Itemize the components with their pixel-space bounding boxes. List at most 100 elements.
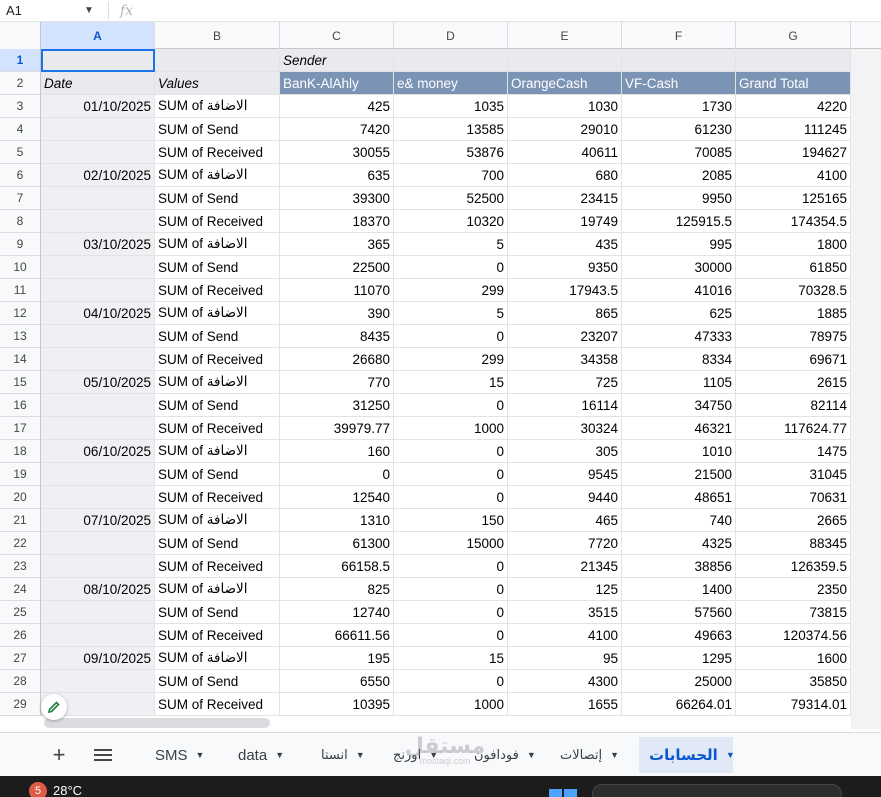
cell-value-type[interactable]: SUM of Received (155, 555, 280, 578)
cell-vf-cash[interactable]: 25000 (622, 670, 736, 693)
header-e-money[interactable]: e& money (394, 72, 508, 95)
cell-orange-cash[interactable]: 9440 (508, 486, 622, 509)
cell-date[interactable] (41, 624, 155, 647)
cell-e-money[interactable]: 53876 (394, 141, 508, 164)
row-number[interactable]: 14 (0, 348, 41, 371)
row-number[interactable]: 17 (0, 417, 41, 440)
cell-orange-cash[interactable]: 1655 (508, 693, 622, 716)
cell-value-type[interactable]: SUM of Send (155, 670, 280, 693)
tab-etisalat[interactable]: إتصالات ▼ (550, 737, 629, 773)
cell-bank-alahly[interactable]: 22500 (280, 256, 394, 279)
cell-orange-cash[interactable]: 4100 (508, 624, 622, 647)
tab-insta[interactable]: انستا ▼ (311, 737, 375, 773)
row-number[interactable]: 9 (0, 233, 41, 256)
cell-orange-cash[interactable]: 19749 (508, 210, 622, 233)
cell-date[interactable]: 03/10/2025 (41, 233, 155, 256)
cell-vf-cash[interactable]: 47333 (622, 325, 736, 348)
cell-date[interactable] (41, 325, 155, 348)
cell-date[interactable]: 09/10/2025 (41, 647, 155, 670)
cell-grand-total[interactable]: 4220 (736, 95, 851, 118)
cell-orange-cash[interactable]: 30324 (508, 417, 622, 440)
cell-value-type[interactable]: SUM of Received (155, 693, 280, 716)
cell-date[interactable] (41, 463, 155, 486)
cell-grand-total[interactable]: 88345 (736, 532, 851, 555)
cell-vf-cash[interactable]: 9950 (622, 187, 736, 210)
cell-grand-total[interactable]: 125165 (736, 187, 851, 210)
row-number[interactable]: 5 (0, 141, 41, 164)
cell-date[interactable] (41, 256, 155, 279)
row-number[interactable]: 11 (0, 279, 41, 302)
cell-bank-alahly[interactable]: 12540 (280, 486, 394, 509)
row-number[interactable]: 16 (0, 394, 41, 417)
plus-icon[interactable]: + (47, 742, 71, 767)
header-orange-cash[interactable]: OrangeCash (508, 72, 622, 95)
tab-data[interactable]: data ▼ (228, 737, 294, 773)
cell-vf-cash[interactable]: 4325 (622, 532, 736, 555)
cell-orange-cash[interactable]: 125 (508, 578, 622, 601)
row-number[interactable]: 3 (0, 95, 41, 118)
row-number[interactable]: 19 (0, 463, 41, 486)
row-number[interactable]: 20 (0, 486, 41, 509)
cell-e-money[interactable]: 0 (394, 440, 508, 463)
cell-value-type[interactable]: SUM of Received (155, 417, 280, 440)
chevron-down-icon[interactable]: ▼ (84, 0, 96, 21)
row-number[interactable]: 8 (0, 210, 41, 233)
cell-e-money[interactable]: 1035 (394, 95, 508, 118)
cell-grand-total[interactable]: 79314.01 (736, 693, 851, 716)
cell-date[interactable] (41, 555, 155, 578)
cell-date[interactable] (41, 187, 155, 210)
cell-value-type[interactable]: SUM of Received (155, 348, 280, 371)
cell-grand-total[interactable]: 4100 (736, 164, 851, 187)
cell-grand-total[interactable]: 1800 (736, 233, 851, 256)
cell-e-money[interactable]: 0 (394, 624, 508, 647)
column-header-a[interactable]: A (41, 22, 155, 49)
cell-orange-cash[interactable]: 95 (508, 647, 622, 670)
cell-bank-alahly[interactable]: 1310 (280, 509, 394, 532)
cell-grand-total[interactable]: 78975 (736, 325, 851, 348)
cell-bank-alahly[interactable]: 425 (280, 95, 394, 118)
cell-value-type[interactable]: SUM of الاضافة (155, 440, 280, 463)
cell-value-type[interactable]: SUM of الاضافة (155, 371, 280, 394)
cell-e-money[interactable]: 0 (394, 463, 508, 486)
cell-e-money[interactable]: 5 (394, 302, 508, 325)
cell-value-type[interactable]: SUM of Received (155, 279, 280, 302)
cell-e-money[interactable]: 15 (394, 647, 508, 670)
cell-vf-cash[interactable]: 48651 (622, 486, 736, 509)
cell-date[interactable] (41, 601, 155, 624)
cell-vf-cash[interactable]: 125915.5 (622, 210, 736, 233)
cell-bank-alahly[interactable]: 6550 (280, 670, 394, 693)
cell-value-type[interactable]: SUM of Send (155, 463, 280, 486)
header-grand-total[interactable]: Grand Total (736, 72, 851, 95)
cell-date[interactable]: 04/10/2025 (41, 302, 155, 325)
cell-bank-alahly[interactable]: 12740 (280, 601, 394, 624)
cell-e-money[interactable]: 15 (394, 371, 508, 394)
cell-vf-cash[interactable]: 34750 (622, 394, 736, 417)
cell-date[interactable]: 06/10/2025 (41, 440, 155, 463)
cell-grand-total[interactable]: 1885 (736, 302, 851, 325)
cell-orange-cash[interactable]: 3515 (508, 601, 622, 624)
cell-e-money[interactable]: 0 (394, 486, 508, 509)
cell-date[interactable]: 05/10/2025 (41, 371, 155, 394)
cell-orange-cash[interactable]: 4300 (508, 670, 622, 693)
row-number[interactable]: 6 (0, 164, 41, 187)
cell-vf-cash[interactable]: 8334 (622, 348, 736, 371)
row-number[interactable]: 28 (0, 670, 41, 693)
cell-grand-total[interactable]: 82114 (736, 394, 851, 417)
cell-bank-alahly[interactable]: 770 (280, 371, 394, 394)
cell-orange-cash[interactable]: 865 (508, 302, 622, 325)
column-header-b[interactable]: B (155, 22, 280, 49)
row-number[interactable]: 27 (0, 647, 41, 670)
cell-vf-cash[interactable]: 1295 (622, 647, 736, 670)
cell-value-type[interactable]: SUM of Send (155, 532, 280, 555)
cell-date[interactable] (41, 348, 155, 371)
cell-value-type[interactable]: SUM of الاضافة (155, 95, 280, 118)
cell-grand-total[interactable]: 73815 (736, 601, 851, 624)
cell-orange-cash[interactable]: 34358 (508, 348, 622, 371)
cell-value-type[interactable]: SUM of Received (155, 210, 280, 233)
cell-e-money[interactable]: 1000 (394, 417, 508, 440)
header-vf-cash[interactable]: VF-Cash (622, 72, 736, 95)
cell-date[interactable] (41, 670, 155, 693)
cell-bank-alahly[interactable]: 195 (280, 647, 394, 670)
taskbar-search[interactable] (592, 784, 842, 797)
cell-e-money[interactable]: 13585 (394, 118, 508, 141)
